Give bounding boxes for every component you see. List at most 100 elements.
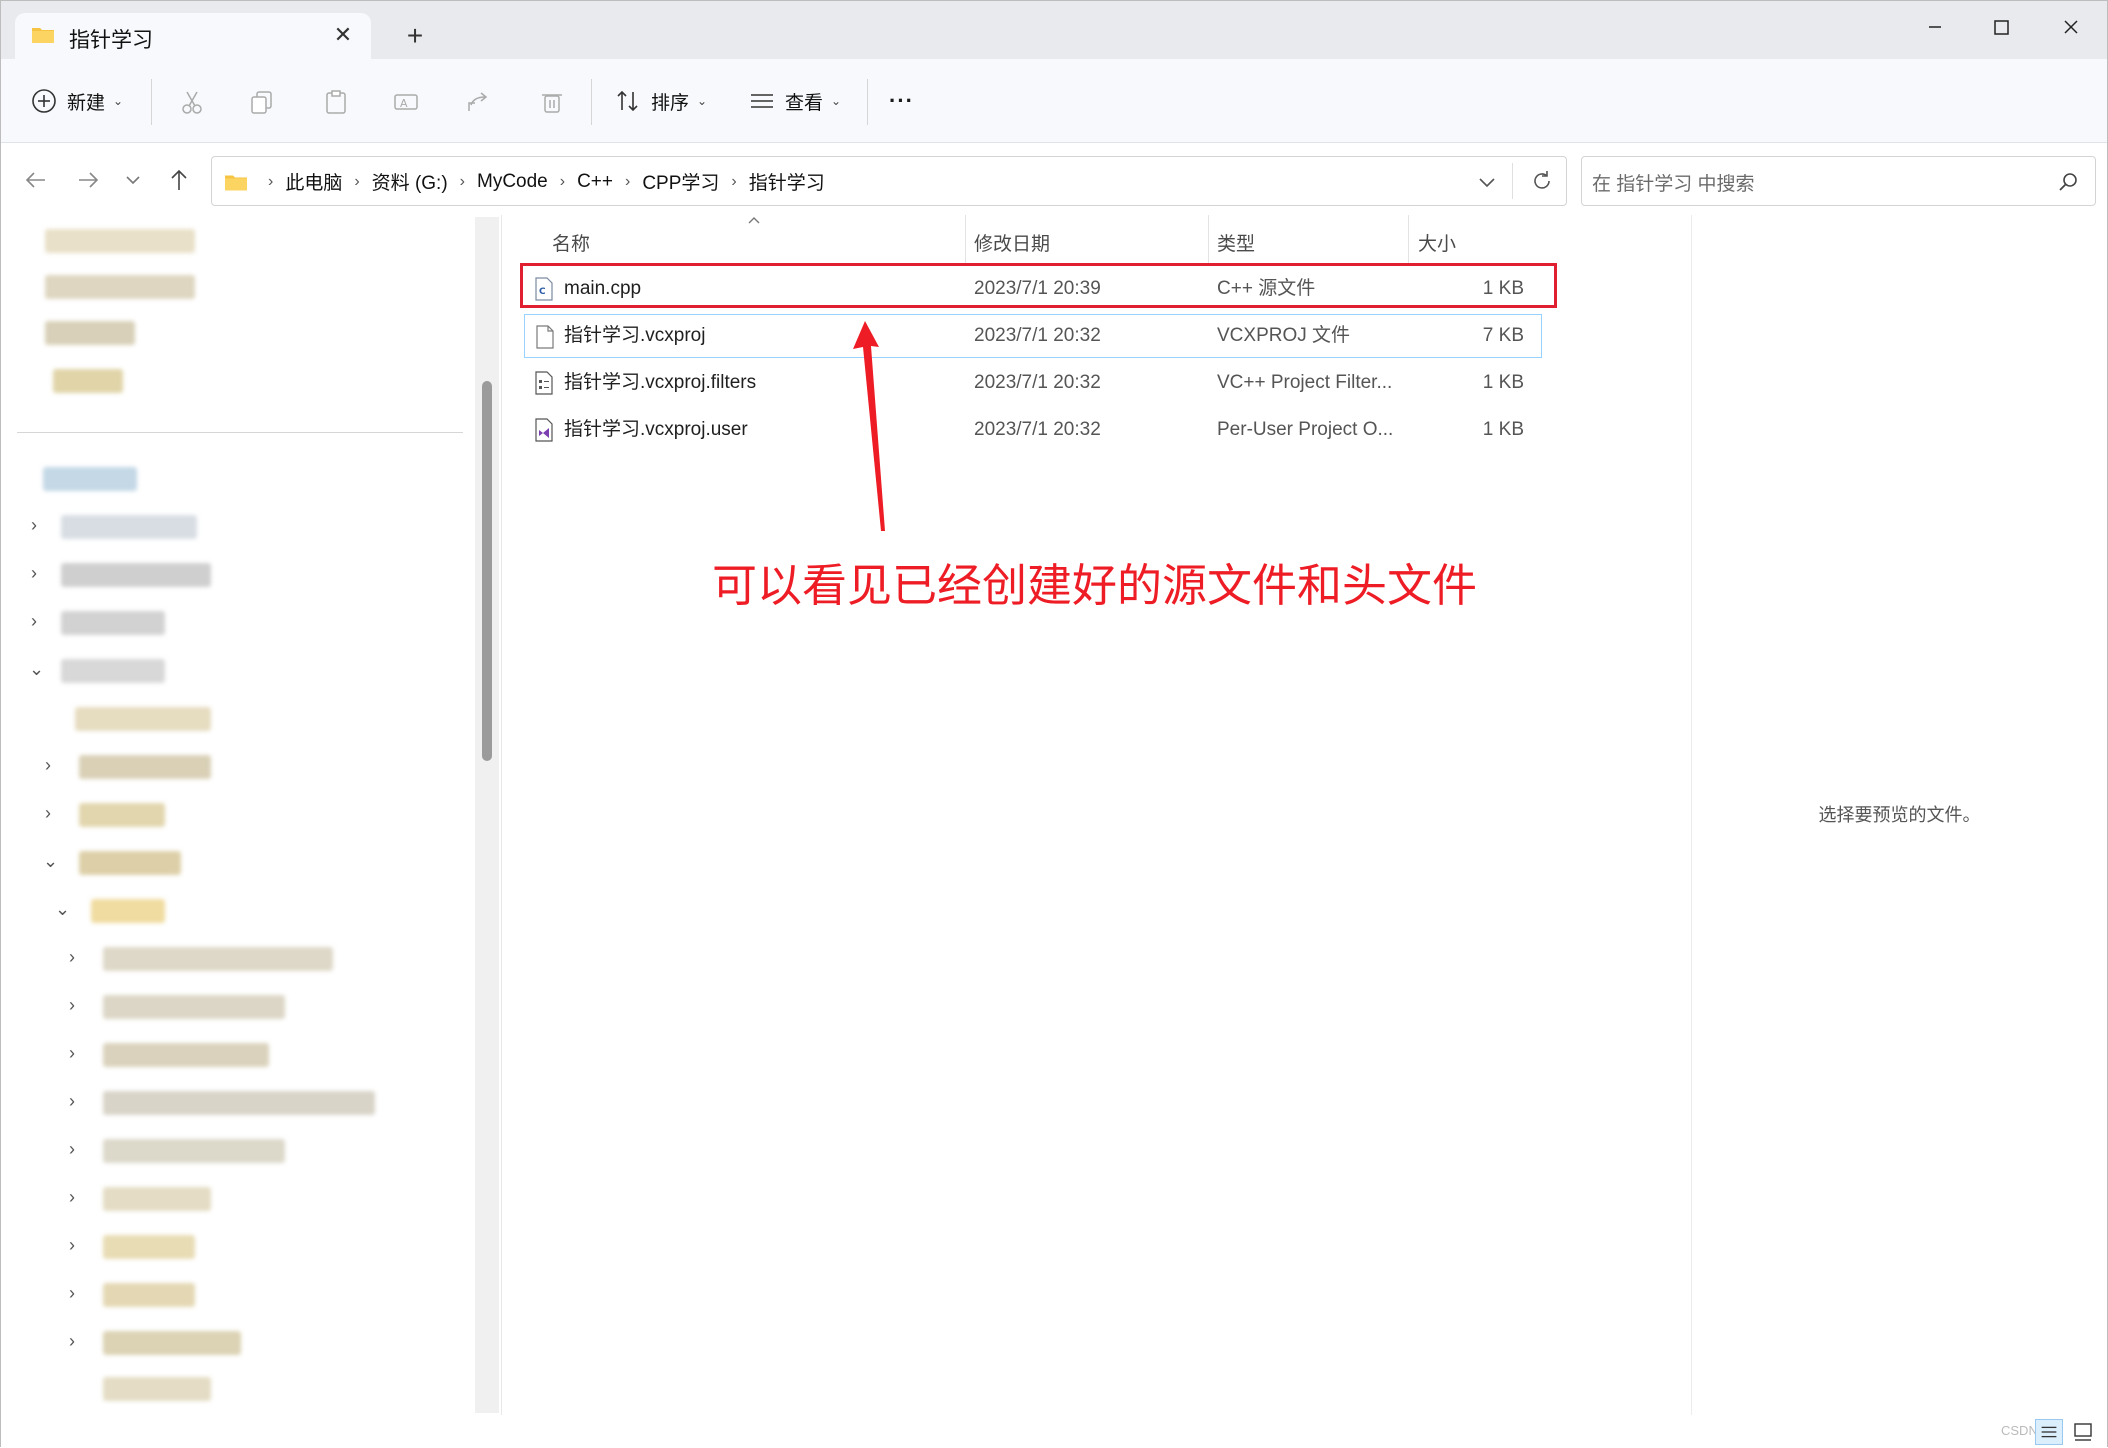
new-tab-button[interactable]: + xyxy=(399,21,431,53)
file-modified: 2023/7/1 20:32 xyxy=(974,325,1101,346)
column-header-type[interactable]: 类型 xyxy=(1217,225,1255,265)
file-row-vcxproj[interactable]: 指针学习.vcxproj 2023/7/1 20:32 VCXPROJ 文件 7… xyxy=(524,314,1542,358)
blurred-nav-item[interactable] xyxy=(75,707,211,731)
paste-icon[interactable] xyxy=(323,89,349,115)
address-history-chevron-icon[interactable] xyxy=(1476,171,1498,193)
column-header-size[interactable]: 大小 xyxy=(1418,225,1456,265)
chevron-right-icon[interactable]: › xyxy=(69,1091,75,1112)
up-icon[interactable] xyxy=(164,165,194,195)
column-divider[interactable] xyxy=(1408,215,1409,265)
more-options-button[interactable]: ··· xyxy=(889,59,914,143)
divider xyxy=(867,79,868,125)
blurred-nav-item[interactable] xyxy=(43,467,137,491)
chevron-right-icon[interactable]: › xyxy=(460,173,465,191)
blurred-nav-item[interactable] xyxy=(103,1331,241,1355)
vs-user-file-icon xyxy=(535,418,553,442)
blurred-nav-item[interactable] xyxy=(103,1377,211,1401)
breadcrumb-item[interactable]: 资料 (G:) xyxy=(372,168,448,195)
chevron-right-icon[interactable]: › xyxy=(69,995,75,1016)
nav-scrollbar-thumb[interactable] xyxy=(482,381,492,761)
blurred-nav-item[interactable] xyxy=(61,515,197,539)
chevron-down-icon[interactable]: ⌄ xyxy=(55,899,70,920)
maximize-button[interactable] xyxy=(1971,7,2031,47)
blurred-nav-item[interactable] xyxy=(103,947,333,971)
column-header-name[interactable]: 名称 xyxy=(552,225,590,265)
chevron-right-icon[interactable]: › xyxy=(731,173,736,191)
delete-icon[interactable] xyxy=(539,89,565,115)
divider xyxy=(17,432,463,433)
breadcrumb-item[interactable]: C++ xyxy=(577,171,613,193)
divider xyxy=(1512,163,1513,199)
chevron-right-icon[interactable]: › xyxy=(69,1043,75,1064)
nav-scrollbar[interactable] xyxy=(475,217,499,1413)
chevron-right-icon[interactable]: › xyxy=(69,1235,75,1256)
blurred-nav-item[interactable] xyxy=(103,995,285,1019)
chevron-right-icon[interactable]: › xyxy=(354,173,359,191)
chevron-right-icon[interactable]: › xyxy=(69,1283,75,1304)
rename-icon[interactable]: A xyxy=(393,89,419,115)
breadcrumb-item[interactable]: CPP学习 xyxy=(642,168,719,195)
refresh-icon[interactable] xyxy=(1530,169,1554,193)
file-list-pane[interactable]: 名称 修改日期 类型 大小 C main.cpp 2023/7/1 20:39 … xyxy=(501,215,1691,1415)
tab-close-icon[interactable]: ✕ xyxy=(329,21,357,49)
chevron-right-icon[interactable]: › xyxy=(31,563,37,584)
chevron-right-icon[interactable]: › xyxy=(31,515,37,536)
chevron-down-icon[interactable]: ⌄ xyxy=(29,659,44,680)
blurred-nav-item[interactable] xyxy=(45,229,195,253)
blurred-nav-item[interactable] xyxy=(103,1235,195,1259)
share-icon[interactable] xyxy=(465,89,491,115)
copy-icon[interactable] xyxy=(249,89,275,115)
address-bar[interactable]: › 此电脑 › 资料 (G:) › MyCode › C++ › CPP学习 ›… xyxy=(211,156,1567,206)
blurred-nav-item[interactable] xyxy=(45,321,135,345)
search-input[interactable]: 在 指针学习 中搜索 xyxy=(1581,156,2096,206)
blurred-nav-item[interactable] xyxy=(103,1187,211,1211)
breadcrumb-item[interactable]: MyCode xyxy=(477,171,548,193)
blurred-nav-item[interactable] xyxy=(103,1139,285,1163)
chevron-down-icon[interactable]: ⌄ xyxy=(43,851,58,872)
chevron-right-icon[interactable]: › xyxy=(560,173,565,191)
chevron-right-icon[interactable]: › xyxy=(31,611,37,632)
new-button[interactable]: 新建 ⌄ xyxy=(31,59,123,143)
blurred-nav-item[interactable] xyxy=(79,755,211,779)
chevron-down-icon: ⌄ xyxy=(831,94,842,108)
blurred-nav-item[interactable] xyxy=(79,803,165,827)
breadcrumb-item[interactable]: 此电脑 xyxy=(285,168,342,195)
blurred-nav-item[interactable] xyxy=(61,611,165,635)
chevron-right-icon[interactable]: › xyxy=(69,947,75,968)
details-view-icon[interactable] xyxy=(2035,1419,2063,1445)
blurred-nav-item[interactable] xyxy=(45,275,195,299)
blurred-nav-item[interactable] xyxy=(103,1091,375,1115)
blurred-nav-item[interactable] xyxy=(61,563,211,587)
blurred-nav-item[interactable] xyxy=(53,369,123,393)
blurred-nav-item[interactable] xyxy=(103,1043,269,1067)
view-button[interactable]: 查看 ⌄ xyxy=(749,59,841,143)
back-icon[interactable] xyxy=(21,165,51,195)
chevron-right-icon[interactable]: › xyxy=(625,173,630,191)
file-row-vcxproj-user[interactable]: 指针学习.vcxproj.user 2023/7/1 20:32 Per-Use… xyxy=(524,408,1542,452)
cut-icon[interactable] xyxy=(179,89,205,115)
tab-current-folder[interactable]: 指针学习 ✕ xyxy=(15,13,371,59)
close-window-button[interactable] xyxy=(2041,7,2101,47)
chevron-right-icon[interactable]: › xyxy=(69,1331,75,1352)
large-icons-view-icon[interactable] xyxy=(2069,1419,2097,1445)
minimize-button[interactable] xyxy=(1905,7,1965,47)
sort-button[interactable]: 排序 ⌄ xyxy=(615,59,707,143)
blurred-nav-item[interactable] xyxy=(91,899,165,923)
column-header-modified[interactable]: 修改日期 xyxy=(974,225,1050,265)
chevron-right-icon[interactable]: › xyxy=(45,803,51,824)
column-divider[interactable] xyxy=(965,215,966,265)
navigation-pane[interactable]: › › › ⌄ › › ⌄ ⌄ › › › › › › › › › xyxy=(1,215,501,1415)
chevron-right-icon: › xyxy=(268,172,274,190)
file-row-vcxproj-filters[interactable]: 指针学习.vcxproj.filters 2023/7/1 20:32 VC++… xyxy=(524,361,1542,405)
chevron-right-icon[interactable]: › xyxy=(69,1187,75,1208)
forward-icon[interactable] xyxy=(73,165,103,195)
recent-locations-chevron-icon[interactable] xyxy=(118,165,148,195)
blurred-nav-item[interactable] xyxy=(79,851,181,875)
blurred-nav-item[interactable] xyxy=(61,659,165,683)
chevron-right-icon[interactable]: › xyxy=(69,1139,75,1160)
blurred-nav-item[interactable] xyxy=(103,1283,195,1307)
file-modified: 2023/7/1 20:32 xyxy=(974,419,1101,440)
chevron-right-icon[interactable]: › xyxy=(45,755,51,776)
column-divider[interactable] xyxy=(1208,215,1209,265)
breadcrumb-item[interactable]: 指针学习 xyxy=(749,168,825,195)
